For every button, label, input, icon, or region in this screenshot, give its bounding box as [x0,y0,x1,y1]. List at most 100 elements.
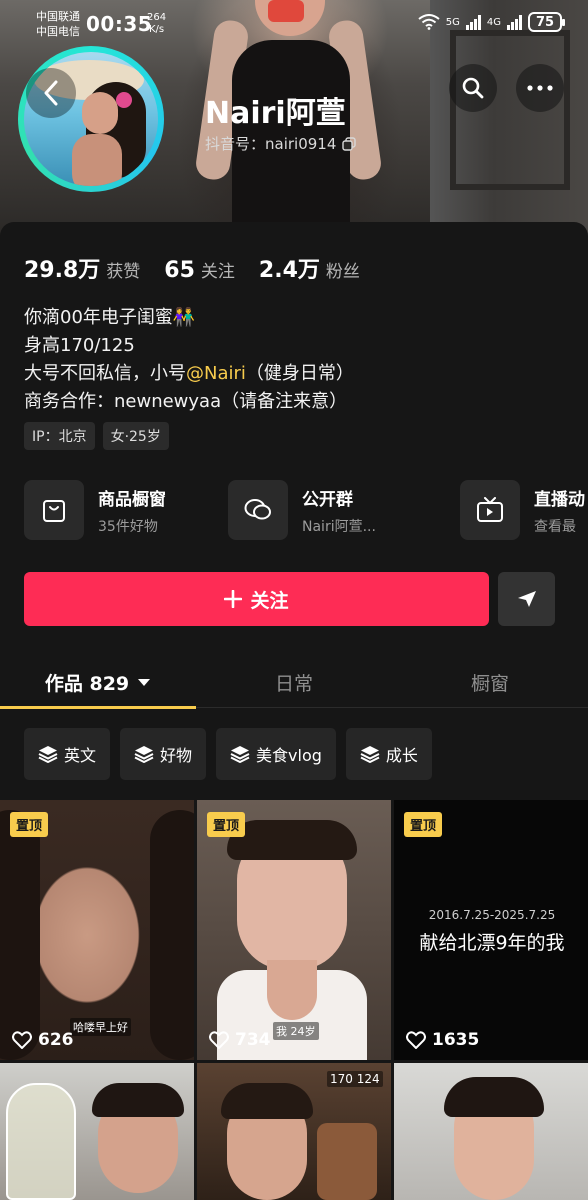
video-thumbnail[interactable]: 置顶 2016.7.25-2025.7.25 献给北漂9年的我 1635 [394,800,588,1060]
pinned-badge: 置顶 [404,812,443,837]
video-likes: 1635 [406,1030,479,1050]
layers-icon [360,746,380,763]
video-caption: 170 124 [327,1071,383,1087]
heart-icon [12,1031,32,1049]
bio-line-text: 大号不回私信，小号 [24,363,186,384]
video-overlay-date: 2016.7.25-2025.7.25 [428,908,556,922]
service-shop-window[interactable]: 商品橱窗 35件好物 [24,480,166,540]
search-button[interactable] [449,64,497,112]
avatar-shoulder [72,134,122,186]
video-thumbnail[interactable]: 置顶 哈喽早上好 626 [0,800,194,1060]
douyin-id-text: 抖音号：nairi0914 [205,135,337,153]
carrier-1: 中国联通 [36,10,80,23]
video-caption: 我 24岁 [273,1022,319,1040]
group-chat-icon [228,480,288,540]
pinned-badge: 置顶 [207,812,246,837]
stat-following[interactable]: 65 关注 [164,257,235,283]
profile-bio: 你滴00年电子闺蜜👫 身高170/125 大号不回私信，小号@Nairi（健身日… [24,304,354,416]
douyin-id[interactable]: 抖音号：nairi0914 [205,133,357,154]
chip-label: 成长 [385,746,418,765]
status-bar: 中国联通 中国电信 00:35 264 K/s 5G 4G 75 [0,0,588,46]
shopping-bag-icon [24,480,84,540]
stat-likes-label: 获赞 [106,262,141,282]
chip-food-vlog[interactable]: 美食vlog [216,728,336,780]
service-title: 直播动 [534,489,585,510]
pinned-badge: 置顶 [10,812,49,837]
thumbnail-hair [221,1083,313,1119]
chip-label: 英文 [64,746,97,765]
gender-age-tag: 女·25岁 [102,422,169,450]
service-live[interactable]: 直播动 查看最 [460,480,585,540]
video-likes: 626 [12,1030,74,1050]
back-button[interactable] [26,68,76,118]
active-tab-indicator [0,706,196,709]
tab-daily[interactable]: 日常 [196,656,392,708]
tab-works-label: 作品 829 [44,672,130,695]
thumbnail-hair [444,1077,544,1117]
caret-down-icon [138,678,151,686]
video-grid: 置顶 哈喽早上好 626 置顶 我 24岁 734 置顶 2016.7.25-2… [0,800,588,1200]
thumbnail-food [317,1123,377,1200]
chip-good-stuff[interactable]: 好物 [120,728,207,780]
avatar-flower [116,92,132,108]
video-thumbnail[interactable] [0,1063,194,1200]
status-time: 00:35 [86,12,153,36]
thumbnail-neck [267,960,317,1020]
bio-line: 身高170/125 [24,335,135,356]
ip-location-tag: IP：北京 [24,422,95,450]
stat-likes[interactable]: 29.8万 获赞 [24,252,140,284]
video-thumbnail[interactable]: 170 124 [197,1063,391,1200]
video-thumbnail[interactable]: 置顶 我 24岁 734 [197,800,391,1060]
service-entries: 商品橱窗 35件好物 公开群 Nairi阿萱... 直播动 查看最 [24,480,588,544]
video-overlay-title: 献给北漂9年的我 [419,932,565,954]
chip-english[interactable]: 英文 [24,728,111,780]
more-button[interactable] [516,64,564,112]
tab-showcase[interactable]: 橱窗 [392,656,588,708]
heart-icon [406,1031,426,1049]
thumbnail-hair [92,1083,184,1117]
video-likes: 734 [209,1030,271,1050]
tab-works[interactable]: 作品 829 [0,656,196,708]
share-button[interactable] [498,572,555,626]
network-speed-value: 264 [147,12,167,23]
thumbnail-hair [0,810,40,1060]
follow-button-label: 关注 [250,589,289,612]
mention-link[interactable]: @Nairi [186,363,246,384]
video-caption: 哈喽早上好 [70,1018,131,1036]
stat-likes-number: 29.8万 [24,258,101,283]
content-tabs: 作品 829 日常 橱窗 [0,656,588,708]
live-tv-icon [460,480,520,540]
video-thumbnail[interactable] [394,1063,588,1200]
follow-button[interactable]: 关注 [24,572,489,626]
profile-tags: IP：北京 女·25岁 [24,422,169,450]
network-type-2: 4G [486,16,501,28]
network-type-1: 5G [445,16,460,28]
service-subtitle: 查看最 [534,518,576,535]
heart-icon [209,1031,229,1049]
chip-growth[interactable]: 成长 [345,728,432,780]
avatar-face [82,92,118,134]
service-title: 公开群 [302,489,353,510]
stat-followers[interactable]: 2.4万 粉丝 [259,252,360,284]
video-likes-count: 1635 [432,1030,480,1050]
bio-line: 你滴00年电子闺蜜👫 [24,307,196,328]
thumbnail-hair [227,820,357,860]
service-title: 商品橱窗 [98,489,166,510]
bio-line: 商务合作：newnewyaa（请备注来意） [24,391,348,412]
service-subtitle: Nairi阿萱... [302,518,376,535]
more-dots-icon [527,85,553,91]
stat-followers-label: 粉丝 [325,262,360,282]
search-icon [462,77,484,99]
stat-following-label: 关注 [200,262,235,282]
network-speed: 264 K/s [147,12,166,36]
chip-label: 好物 [160,746,193,765]
service-subtitle: 35件好物 [98,518,158,535]
signal-icon [507,14,522,30]
copy-icon[interactable] [342,136,357,151]
battery-icon: 75 [528,12,565,32]
profile-stats: 29.8万 获赞 65 关注 2.4万 粉丝 [24,252,360,284]
signal-icon [465,14,481,30]
service-group-chat[interactable]: 公开群 Nairi阿萱... [228,480,376,540]
bio-line-text: （健身日常） [245,363,354,384]
status-icons: 5G 4G 75 [418,12,565,32]
